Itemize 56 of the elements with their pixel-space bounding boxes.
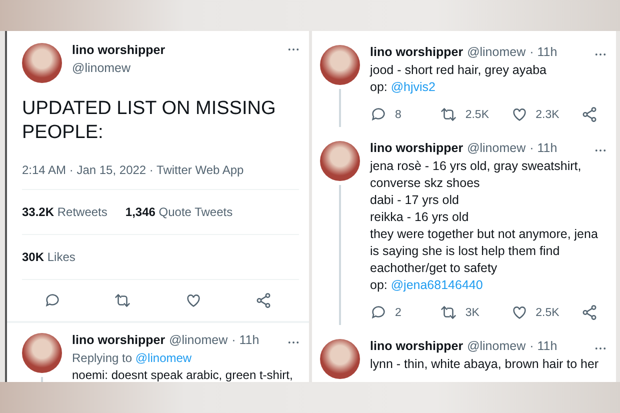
timestamp: · 11h (530, 141, 558, 155)
stat-text[interactable]: 33.2K Retweets (22, 205, 108, 219)
heart-icon[interactable] (510, 106, 528, 123)
tweet-text: lynn - thin, white abaya, brown hair to her (370, 356, 600, 373)
like-count: 2.3K (536, 108, 560, 120)
stat-text[interactable]: 1,346 Quote Tweets (125, 205, 233, 219)
reply-count: 2 (395, 306, 402, 318)
avatar[interactable] (320, 141, 360, 181)
op-text: op: @jena68146440 (370, 277, 484, 294)
retweet-count: 3K (465, 306, 480, 318)
stat-text[interactable]: 30K Likes (22, 250, 76, 264)
tweet-text: noemi: doesnt speak arabic, green t-shirt, (72, 367, 294, 382)
more-icon[interactable] (595, 347, 606, 350)
reply-icon[interactable] (44, 292, 61, 309)
tweet-meta: 2:14 AM · Jan 15, 2022 · Twitter Web App (22, 145, 299, 190)
avatar[interactable] (320, 45, 360, 85)
thread-line (339, 89, 341, 127)
retweet-count: 2.5K (465, 108, 489, 120)
op-text: op: @hjvis2 (370, 79, 437, 96)
heart-icon[interactable] (510, 304, 528, 321)
user-name[interactable]: lino worshipper (370, 45, 464, 59)
user-name[interactable]: lino worshipper (72, 43, 166, 57)
avatar[interactable] (22, 333, 62, 373)
heart-icon[interactable] (184, 292, 202, 309)
more-icon[interactable] (288, 48, 299, 51)
reply-icon[interactable] (370, 304, 387, 321)
user-handle[interactable]: @linomew (467, 141, 526, 155)
more-icon[interactable] (288, 341, 299, 344)
timestamp: · 11h (232, 333, 260, 347)
retweet-icon[interactable] (440, 106, 458, 123)
timestamp: · 11h (530, 339, 558, 353)
user-handle[interactable]: @linomew (72, 61, 166, 75)
share-icon[interactable] (255, 292, 272, 309)
share-icon[interactable] (580, 106, 598, 123)
avatar[interactable] (320, 339, 360, 379)
retweet-icon[interactable] (440, 304, 458, 321)
user-name[interactable]: lino worshipper (370, 339, 464, 353)
replying-to-text: Replying to @linomew (72, 350, 193, 367)
tweet-text: jood - short red hair, grey ayaba (370, 62, 548, 79)
share-icon[interactable] (580, 304, 598, 321)
user-handle[interactable]: @linomew (467, 339, 526, 353)
reply-count: 8 (395, 108, 402, 120)
retweet-icon[interactable] (114, 292, 132, 309)
user-handle[interactable]: @linomew (169, 333, 228, 347)
like-count: 2.5K (536, 306, 560, 318)
user-name[interactable]: lino worshipper (370, 141, 464, 155)
user-name[interactable]: lino worshipper (72, 333, 166, 347)
more-icon[interactable] (595, 149, 606, 152)
more-icon[interactable] (595, 53, 606, 56)
tweet-text: dabi - 17 yrs old (370, 192, 460, 209)
avatar[interactable] (22, 43, 62, 83)
reply-icon[interactable] (370, 106, 387, 123)
timestamp: · 11h (530, 45, 558, 59)
tweet-text: UPDATED LIST ON MISSING PEOPLE: (21, 97, 277, 145)
user-handle[interactable]: @linomew (467, 45, 526, 59)
tweet-text: reikka - 16 yrs old (370, 209, 470, 226)
